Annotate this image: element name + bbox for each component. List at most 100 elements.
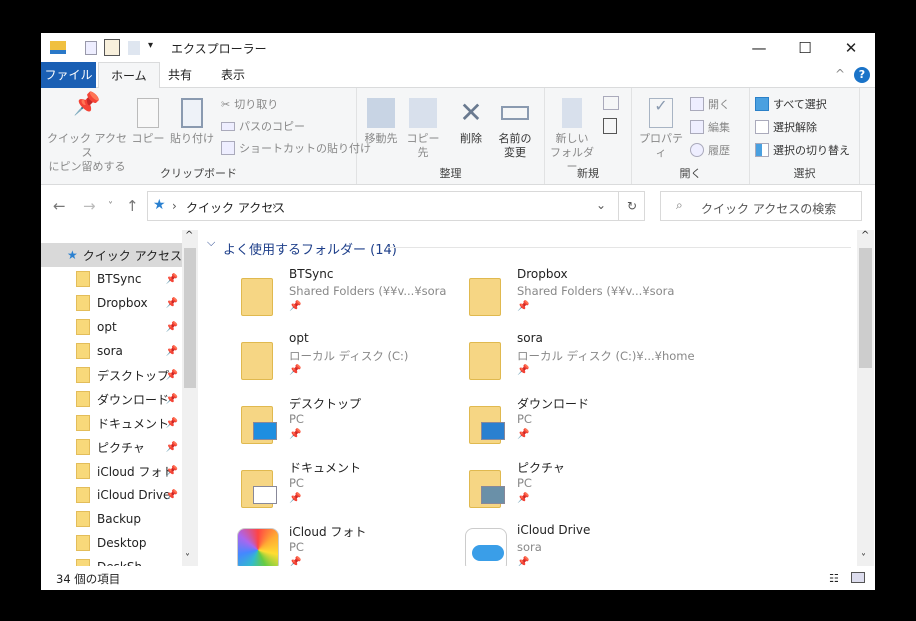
forward-button[interactable]: → [83,197,96,215]
sidebar-item-quick-access[interactable]: ★ クイック アクセス [41,243,182,267]
folder-tile[interactable]: デスクトップ PC 📌 [237,395,457,455]
properties-qat-icon[interactable] [85,41,97,55]
sidebar-item[interactable]: opt 📌 [41,315,182,339]
folder-icon [76,535,90,551]
folder-location: Shared Folders (¥¥v...¥sora [289,284,447,298]
new-item-icon[interactable] [603,96,619,110]
folder-icon [76,439,90,455]
collapse-section-icon[interactable]: ⌵ [207,236,215,250]
tab-file[interactable]: ファイル [41,62,96,88]
tab-view[interactable]: 表示 [209,62,257,88]
section-header[interactable]: よく使用するフォルダー (14) [223,239,397,258]
sidebar-item[interactable]: iCloud Drive 📌 [41,483,182,507]
sidebar-item[interactable]: iCloud フォト 📌 [41,459,182,483]
move-to-button[interactable]: 移動先 [361,98,401,146]
network-folder-icon [237,336,279,380]
folder-icon [76,559,90,566]
sidebar-item[interactable]: ダウンロード 📌 [41,387,182,411]
new-folder-button[interactable]: 新しい フォルダー [547,98,597,174]
edit-button[interactable]: 編集 [690,119,730,135]
folder-name: ダウンロード [517,397,590,411]
details-view-button[interactable]: ☷ [829,572,839,585]
folder-location: Shared Folders (¥¥v...¥sora [517,284,675,298]
pin-quick-access-button[interactable]: 📌 クイック アクセス にピン留めする [47,94,127,174]
copy-to-button[interactable]: コピー先 [403,98,443,160]
title-bar: ▾ エクスプローラー — ☐ ✕ [41,33,875,62]
up-button[interactable]: ↑ [126,197,139,215]
sidebar-scrollbar[interactable]: ^ ˅ [182,230,198,566]
close-button[interactable]: ✕ [828,33,874,62]
back-button[interactable]: ← [53,197,66,215]
folder-tile[interactable]: BTSync Shared Folders (¥¥v...¥sora 📌 [237,267,457,327]
folder-tile[interactable]: ダウンロード PC 📌 [465,395,685,455]
new-folder-qat-icon[interactable] [128,41,140,55]
maximize-button[interactable]: ☐ [782,33,828,62]
select-all-button[interactable]: すべて選択 [755,96,827,112]
select-none-button[interactable]: 選択解除 [755,119,817,135]
help-icon[interactable]: ? [854,67,870,83]
refresh-button[interactable]: ↻ [618,192,645,220]
folder-tile[interactable]: ピクチャ PC 📌 [465,459,685,519]
folder-icon [76,319,90,335]
pin-icon: 📌 [165,369,178,381]
pin-icon: 📌 [517,365,530,376]
properties-button[interactable]: ✓ プロパティ [636,98,686,160]
copy-path-button[interactable]: パスのコピー [221,118,305,134]
address-dropdown-icon[interactable]: ⌄ [596,198,606,212]
sidebar-item[interactable]: デスクトップ 📌 [41,363,182,387]
sidebar-item[interactable]: sora 📌 [41,339,182,363]
sidebar-item[interactable]: BTSync 📌 [41,267,182,291]
large-icons-view-button[interactable] [851,572,865,583]
cut-button[interactable]: ✂ 切り取り [221,96,278,112]
folder-name: ドキュメント [289,461,362,475]
tab-share[interactable]: 共有 [156,62,204,88]
documents-folder-icon [237,464,279,508]
folder-tile[interactable]: iCloud フォト PC 📌 [237,523,457,566]
collapse-ribbon-icon[interactable]: ^ [835,67,845,81]
pin-icon: 📌 [517,557,530,566]
minimize-button[interactable]: — [736,33,782,62]
item-count: 34 個の項目 [56,572,121,586]
folder-tile[interactable]: sora ローカル ディスク (C:)¥...¥home 📌 [465,331,695,391]
history-button[interactable]: 履歴 [690,142,730,158]
search-input[interactable]: ⌕ クイック アクセスの検索 [660,191,862,221]
history-icon [690,143,704,157]
edit-icon [690,120,704,134]
folder-name: iCloud Drive [517,523,591,537]
address-bar[interactable]: ★ › クイック アクセス › ⌄ ↻ [147,191,645,221]
breadcrumb[interactable]: クイック アクセス [186,199,285,216]
select-group: すべて選択 選択解除 選択の切り替え 選択 [750,88,860,184]
properties-icon: ✓ [649,98,673,128]
rename-button[interactable]: 名前の 変更 [493,98,537,160]
open-button[interactable]: 開く [690,96,730,112]
folder-tile[interactable]: iCloud Drive sora 📌 [465,523,685,566]
sidebar-item[interactable]: Backup [41,507,182,531]
folder-location: PC [289,476,304,490]
pin-icon: 📌 [165,417,178,429]
folder-tile[interactable]: Dropbox Shared Folders (¥¥v...¥sora 📌 [465,267,685,327]
download-folder-icon [465,400,507,444]
sidebar-item[interactable]: Desktop [41,531,182,555]
sidebar-item[interactable]: ピクチャ 📌 [41,435,182,459]
folder-tile[interactable]: opt ローカル ディスク (C:) 📌 [237,331,457,391]
sidebar-item[interactable]: ドキュメント 📌 [41,411,182,435]
sidebar-item[interactable]: Dropbox 📌 [41,291,182,315]
folder-icon [50,41,66,54]
pin-icon: 📌 [517,429,530,440]
pin-icon: 📌 [165,345,178,357]
content-scrollbar[interactable]: ^ ˅ [857,230,874,566]
status-bar: 34 個の項目 ☷ [41,566,875,590]
chevron-right-icon: › [172,199,177,213]
paste-button[interactable]: 貼り付け [169,98,215,146]
copy-button[interactable]: コピー [131,98,165,146]
paste-qat-icon[interactable] [104,39,120,56]
easy-access-icon[interactable] [603,118,617,134]
sidebar-item[interactable]: DeskSh [41,555,182,566]
invert-selection-button[interactable]: 選択の切り替え [755,142,850,158]
delete-button[interactable]: ✕ 削除 [453,98,489,146]
paste-shortcut-button[interactable]: ショートカットの貼り付け [221,140,371,156]
tab-home[interactable]: ホーム [98,62,160,89]
qat-dropdown-icon[interactable]: ▾ [148,40,153,51]
folder-tile[interactable]: ドキュメント PC 📌 [237,459,457,519]
recent-locations-icon[interactable]: ˅ [108,201,113,212]
